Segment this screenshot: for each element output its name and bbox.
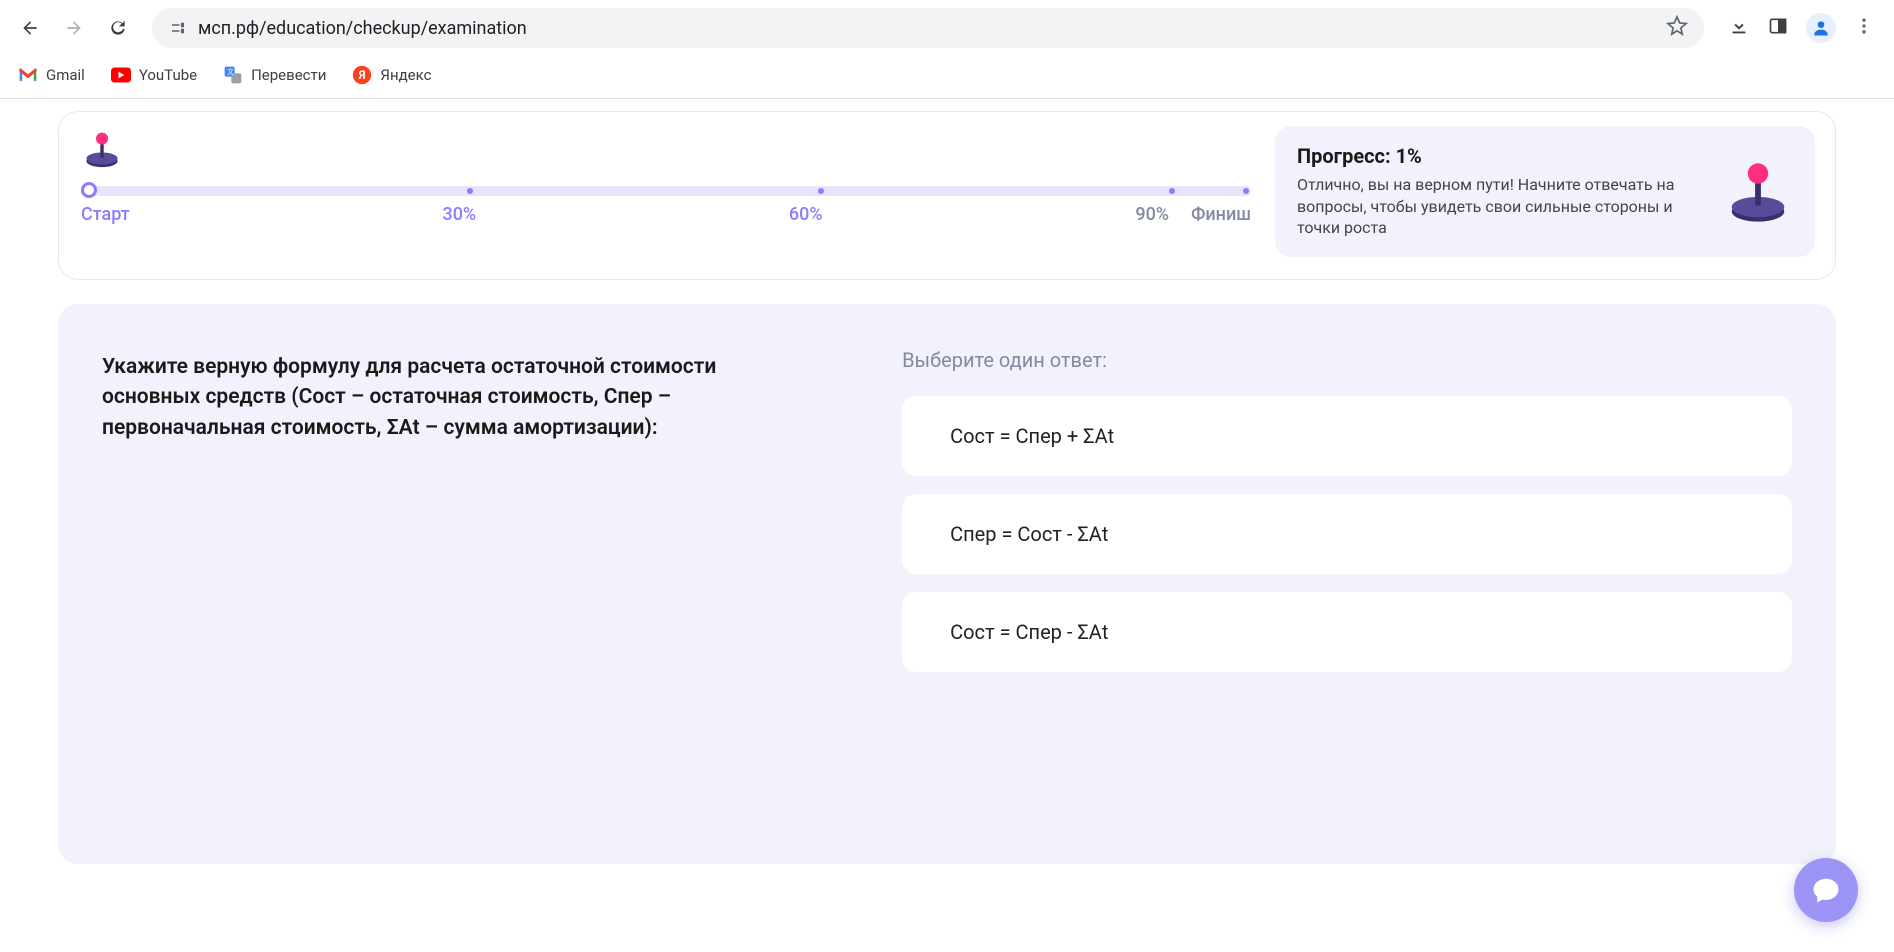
answer-option[interactable]: Спер = Сост - ΣАt: [902, 494, 1792, 574]
profile-avatar[interactable]: [1806, 13, 1836, 43]
joystick-icon: [1723, 156, 1793, 226]
answer-text: Сост = Спер - ΣАt: [950, 620, 1108, 644]
bookmarks-bar: Gmail YouTube 文 Перевести Я Яндекс: [0, 56, 1894, 98]
page-content: Старт 30% 60% 90% Финиш Прогресс: 1% Отл…: [0, 99, 1894, 876]
progress-tick: [467, 188, 473, 194]
site-settings-icon[interactable]: [168, 18, 188, 38]
progress-label-60: 60%: [789, 204, 823, 225]
youtube-icon: [111, 65, 131, 85]
toolbar-right: [1720, 13, 1882, 43]
question-pane: Укажите верную формулу для расчета остат…: [58, 304, 858, 864]
bookmark-translate[interactable]: 文 Перевести: [223, 65, 326, 85]
address-bar[interactable]: мсп.рф/education/checkup/examination: [152, 8, 1704, 48]
bookmark-label: Яндекс: [380, 66, 431, 84]
bookmark-label: Gmail: [46, 66, 85, 84]
yandex-icon: Я: [352, 65, 372, 85]
progress-track[interactable]: [81, 186, 1251, 196]
bookmark-gmail[interactable]: Gmail: [18, 65, 85, 85]
url-text: мсп.рф/education/checkup/examination: [198, 18, 527, 39]
progress-tick: [1169, 188, 1175, 194]
progress-tick: [1243, 188, 1249, 194]
answer-text: Спер = Сост - ΣАt: [950, 522, 1108, 546]
chat-fab[interactable]: [1794, 858, 1858, 922]
downloads-icon[interactable]: [1728, 15, 1750, 41]
progress-labels: Старт 30% 60% 90% Финиш: [81, 204, 1251, 225]
exam-panel: Укажите верную формулу для расчета остат…: [58, 304, 1836, 864]
progress-label-90: 90%: [1135, 204, 1169, 225]
gmail-icon: [18, 65, 38, 85]
back-button[interactable]: [12, 10, 48, 46]
progress-label-start: Старт: [81, 204, 130, 225]
answer-option[interactable]: Сост = Спер + ΣАt: [902, 396, 1792, 476]
progress-title: Прогресс: 1%: [1297, 144, 1705, 168]
progress-info-card: Прогресс: 1% Отлично, вы на верном пути!…: [1275, 126, 1815, 257]
answers-hint: Выберите один ответ:: [902, 348, 1792, 372]
side-panel-icon[interactable]: [1768, 16, 1788, 40]
progress-card: Старт 30% 60% 90% Финиш Прогресс: 1% Отл…: [58, 111, 1836, 280]
progress-track-area: Старт 30% 60% 90% Финиш: [79, 126, 1251, 225]
answers-pane: Выберите один ответ: Сост = Спер + ΣАt С…: [858, 304, 1836, 864]
joystick-icon: [81, 130, 123, 168]
progress-desc: Отлично, вы на верном пути! Начните отве…: [1297, 174, 1705, 239]
answer-option[interactable]: Сост = Спер - ΣАt: [902, 592, 1792, 672]
bookmark-star-icon[interactable]: [1666, 15, 1688, 41]
progress-label-30: 30%: [442, 204, 476, 225]
svg-text:Я: Я: [358, 68, 366, 82]
progress-thumb[interactable]: [81, 182, 97, 198]
bookmark-label: Перевести: [251, 66, 326, 84]
progress-tick: [818, 188, 824, 194]
bookmark-label: YouTube: [139, 66, 197, 84]
svg-text:文: 文: [227, 67, 234, 76]
answer-text: Сост = Спер + ΣАt: [950, 424, 1114, 448]
menu-icon[interactable]: [1854, 16, 1874, 40]
browser-toolbar: мсп.рф/education/checkup/examination: [0, 0, 1894, 56]
progress-label-finish: Финиш: [1191, 204, 1251, 225]
bookmark-yandex[interactable]: Я Яндекс: [352, 65, 431, 85]
translate-icon: 文: [223, 65, 243, 85]
bookmark-youtube[interactable]: YouTube: [111, 65, 197, 85]
question-text: Укажите верную формулу для расчета остат…: [102, 352, 814, 443]
reload-button[interactable]: [100, 10, 136, 46]
forward-button[interactable]: [56, 10, 92, 46]
